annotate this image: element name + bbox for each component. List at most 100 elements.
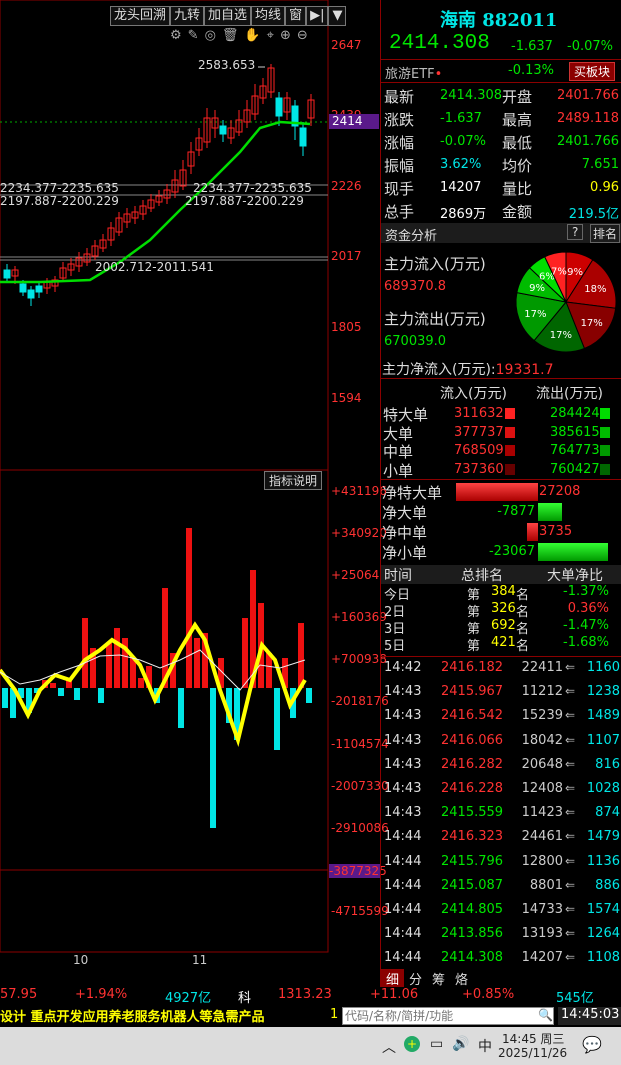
zone-label: 2197.887-2200.229 xyxy=(185,194,304,208)
quote-label: 最高 xyxy=(502,111,533,129)
tick-price: 2416.066 xyxy=(441,732,504,748)
etf-name[interactable]: 旅游ETF• xyxy=(385,63,442,82)
network-icon[interactable]: ▭ xyxy=(430,1036,443,1052)
candle-body xyxy=(275,97,283,117)
rank-col-ratio: 大单净比 xyxy=(547,568,603,584)
notification-icon[interactable]: 💬 xyxy=(582,1035,602,1054)
price-tick: 1594 xyxy=(331,391,362,405)
quote-value: 2489.118 xyxy=(556,111,619,126)
app-tray-icon[interactable]: + xyxy=(404,1036,420,1052)
cursor-icon[interactable]: ⌖ xyxy=(267,28,280,43)
flow-in: 377737 xyxy=(454,424,504,440)
flow-out: 385615 xyxy=(550,424,600,440)
tick-time: 14:43 xyxy=(384,708,422,724)
indicator-tick: +431196 xyxy=(331,484,387,498)
net-label: 净小单 xyxy=(382,544,428,562)
flow-in-swatch xyxy=(505,463,515,475)
arrow-left-icon: ⇐ xyxy=(565,732,576,747)
arrow-left-icon: ⇐ xyxy=(565,877,576,892)
rank-value: 326 xyxy=(491,601,516,616)
quote-value: 7.651 xyxy=(581,157,619,172)
taskbar-time[interactable]: 14:45 周三 xyxy=(502,1030,564,1047)
price-tick: 1805 xyxy=(331,320,362,334)
tick-count: 1489 xyxy=(586,708,620,724)
indicator-bar xyxy=(306,688,312,703)
buy-sector-button[interactable]: 买板块 xyxy=(569,62,616,81)
toolbar-button[interactable]: 九转 xyxy=(170,6,205,26)
volume-icon[interactable]: 🔊 xyxy=(452,1036,469,1052)
toolbar-button[interactable]: 均线 xyxy=(251,6,286,26)
flow-in-swatch xyxy=(505,445,515,456)
clock: 14:45:03 xyxy=(558,1007,621,1025)
net-label: 净中单 xyxy=(382,524,428,542)
x-label: 10 xyxy=(73,953,89,967)
news-ticker[interactable]: 设计 重点开发应用养老服务机器人等急需产品 xyxy=(0,1006,340,1026)
toolbar-button[interactable]: ▼ xyxy=(328,6,347,26)
indicator-note-button[interactable]: 指标说明 xyxy=(264,471,323,490)
index-change: +11.06 xyxy=(370,987,419,1002)
tick-price: 2416.282 xyxy=(441,756,504,772)
tab-chip[interactable]: 筹 xyxy=(427,969,450,988)
settings-icon[interactable]: ⚙ xyxy=(170,28,188,43)
rank-value: 692 xyxy=(491,618,516,633)
eye-icon[interactable]: ◎ xyxy=(205,28,222,43)
rank-value: 421 xyxy=(491,635,516,650)
taskbar-date[interactable]: 2025/11/26 xyxy=(498,1046,567,1060)
arrow-left-icon: ⇐ xyxy=(565,926,576,941)
indicator-bar xyxy=(194,638,200,688)
zone-label: 2197.887-2200.229 xyxy=(0,194,119,208)
search-input[interactable] xyxy=(342,1007,554,1025)
zoom-in-icon[interactable]: ⊕ xyxy=(280,28,297,43)
rank-col-total: 总排名 xyxy=(461,568,503,584)
tick-time: 14:43 xyxy=(384,732,422,748)
tab-detail[interactable]: 细 xyxy=(381,969,405,988)
indicator-bar xyxy=(298,623,304,688)
tick-count: 1574 xyxy=(586,902,620,917)
hand-icon[interactable]: ✋ xyxy=(244,28,266,43)
tick-time: 14:43 xyxy=(384,684,422,700)
quote-name: 海南 882011 xyxy=(440,10,558,31)
tick-volume: 11212 xyxy=(521,684,563,700)
tick-count: 886 xyxy=(595,877,620,893)
status-change: +1.94% xyxy=(75,987,128,1002)
tick-time: 14:44 xyxy=(384,926,422,942)
rank-col-time: 时间 xyxy=(384,568,412,584)
tick-time: 14:44 xyxy=(384,877,422,893)
x-label: 11 xyxy=(192,953,208,967)
detail-tabs: 细 分 筹 烙 xyxy=(381,969,621,988)
kline-chart[interactable] xyxy=(0,0,380,990)
toolbar-button[interactable]: 窗 xyxy=(285,6,307,26)
pen-icon[interactable]: ✎ xyxy=(188,28,205,43)
indicator-bar xyxy=(274,688,280,750)
quote-value: 14207 xyxy=(440,180,482,195)
tab-minute[interactable]: 分 xyxy=(404,969,427,988)
toolbar-button[interactable]: ▶| xyxy=(306,6,329,26)
arrow-left-icon: ⇐ xyxy=(565,950,576,965)
pie-label: 17% xyxy=(581,318,603,329)
toolbar-button[interactable]: 龙头回溯 xyxy=(110,6,171,26)
delete-icon[interactable]: 🗑 xyxy=(222,28,245,43)
price-tick: 2226 xyxy=(331,179,362,193)
flow-out-swatch xyxy=(600,426,610,438)
zoom-out-icon[interactable]: ⊖ xyxy=(297,28,314,43)
arrow-left-icon: ⇐ xyxy=(565,684,576,699)
search-icon[interactable]: 🔍 xyxy=(538,1008,553,1022)
chevron-up-icon[interactable]: ︿ xyxy=(382,1037,396,1057)
toolbar-button[interactable]: 加自选 xyxy=(204,6,252,26)
pie-label: 17% xyxy=(524,309,546,320)
ime-indicator[interactable]: 中 xyxy=(478,1036,492,1056)
indicator-tick: +250645 xyxy=(331,568,387,582)
rank-suffix: 名 xyxy=(516,639,530,654)
arrow-left-icon: ⇐ xyxy=(565,708,576,723)
flow-in: 768509 xyxy=(454,443,504,458)
tick-volume: 20648 xyxy=(521,756,563,772)
quote-value: -1.637 xyxy=(440,111,482,126)
tick-volume: 18042 xyxy=(521,732,563,748)
tab-extra[interactable]: 烙 xyxy=(450,969,473,988)
candle-body xyxy=(19,283,27,293)
price-tick: 2017 xyxy=(331,249,362,263)
tick-price: 2415.796 xyxy=(441,853,504,869)
candle-body xyxy=(27,289,35,299)
rank-button[interactable]: 排名 xyxy=(590,224,621,243)
help-button[interactable]: ? xyxy=(567,224,584,240)
